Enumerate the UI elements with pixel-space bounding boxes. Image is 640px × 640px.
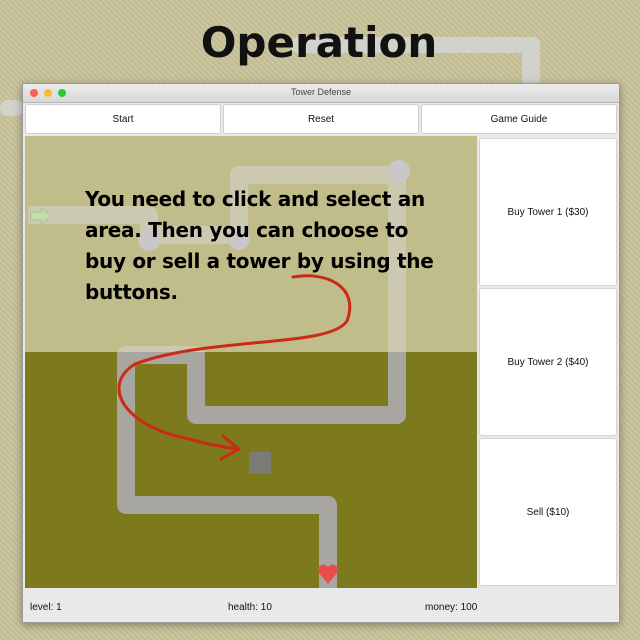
money-status: money: 100 — [425, 602, 478, 613]
instruction-text: You need to click and select an area. Th… — [85, 187, 434, 304]
game-window: Tower Defense Start Reset Game Guide Buy… — [22, 83, 620, 623]
background-path — [0, 100, 24, 116]
level-status: level: 1 — [30, 602, 62, 613]
health-status: health: 10 — [228, 602, 272, 613]
start-button[interactable]: Start — [25, 104, 221, 134]
game-guide-button[interactable]: Game Guide — [421, 104, 617, 134]
buy-tower-1-button[interactable]: Buy Tower 1 ($30) — [479, 138, 617, 286]
title-bar: Tower Defense — [23, 84, 619, 103]
sell-button[interactable]: Sell ($10) — [479, 438, 617, 586]
window-title: Tower Defense — [290, 87, 352, 97]
page-heading: Operation — [200, 18, 438, 67]
selected-cell[interactable] — [249, 452, 271, 474]
reset-button[interactable]: Reset — [223, 104, 419, 134]
buy-tower-2-button[interactable]: Buy Tower 2 ($40) — [479, 288, 617, 436]
